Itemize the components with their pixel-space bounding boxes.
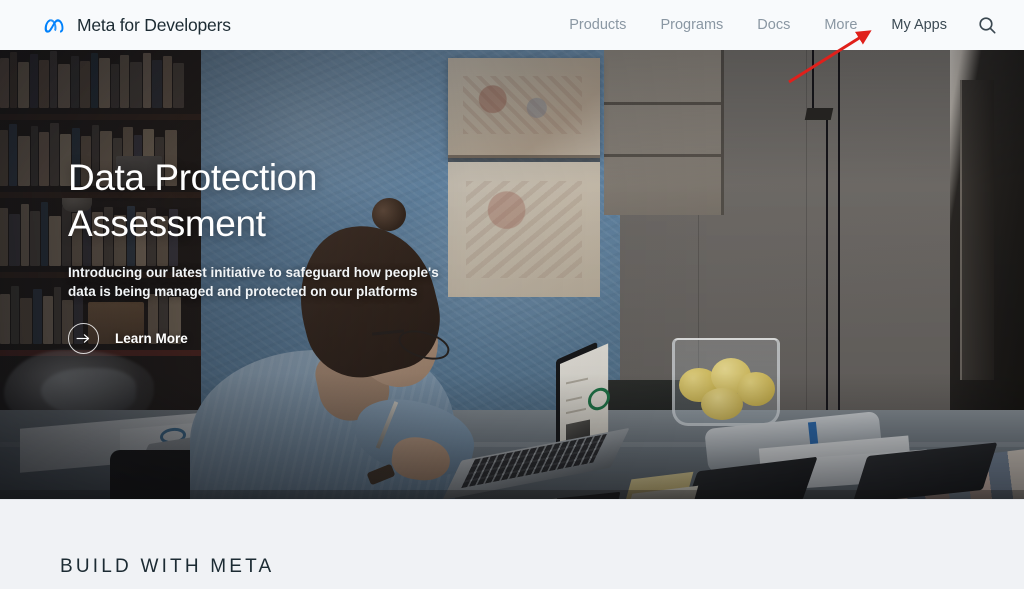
lamp-cable-3 — [812, 50, 814, 108]
hero-content: Data Protection Assessment Introducing o… — [68, 155, 498, 354]
lamp-cable-2 — [838, 50, 840, 410]
arrow-right-icon — [68, 323, 99, 354]
search-button[interactable] — [964, 0, 1010, 50]
nav-item-docs[interactable]: Docs — [740, 17, 807, 33]
page-root: Meta for Developers Products Programs Do… — [0, 0, 1024, 589]
wall-art-upper — [448, 58, 600, 158]
nav-item-more[interactable]: More — [807, 17, 874, 33]
learn-more-button[interactable]: Learn More — [68, 323, 188, 354]
nav-item-my-apps[interactable]: My Apps — [874, 17, 964, 33]
search-icon — [978, 16, 996, 34]
hero-subtitle: Introducing our latest initiative to saf… — [68, 265, 439, 299]
build-with-meta-title: BUILD WITH META — [60, 556, 275, 577]
desk-shadow — [0, 490, 1024, 499]
lamp-head — [804, 108, 834, 120]
plastic-bag-2 — [41, 368, 136, 416]
hero-title: Data Protection Assessment — [68, 155, 498, 247]
hero-title-line-1: Data Protection — [68, 157, 318, 198]
brand-name: Meta for Developers — [77, 14, 231, 35]
brand-logo-link[interactable]: Meta for Developers — [44, 15, 231, 36]
hero-title-line-2: Assessment — [68, 203, 266, 244]
lamp-cable-1 — [826, 116, 828, 416]
meta-infinity-logo-icon — [44, 19, 64, 33]
glass-bowl — [672, 338, 780, 426]
learn-more-label: Learn More — [115, 331, 188, 346]
hero-banner: Data Protection Assessment Introducing o… — [0, 50, 1024, 499]
nav-item-programs[interactable]: Programs — [643, 17, 740, 33]
nav-item-products[interactable]: Products — [552, 17, 643, 33]
back-window — [604, 50, 724, 215]
primary-nav: Products Programs Docs More My Apps — [552, 0, 1024, 50]
site-header: Meta for Developers Products Programs Do… — [0, 0, 1024, 50]
window-frame — [960, 80, 994, 380]
lemon — [701, 388, 743, 420]
